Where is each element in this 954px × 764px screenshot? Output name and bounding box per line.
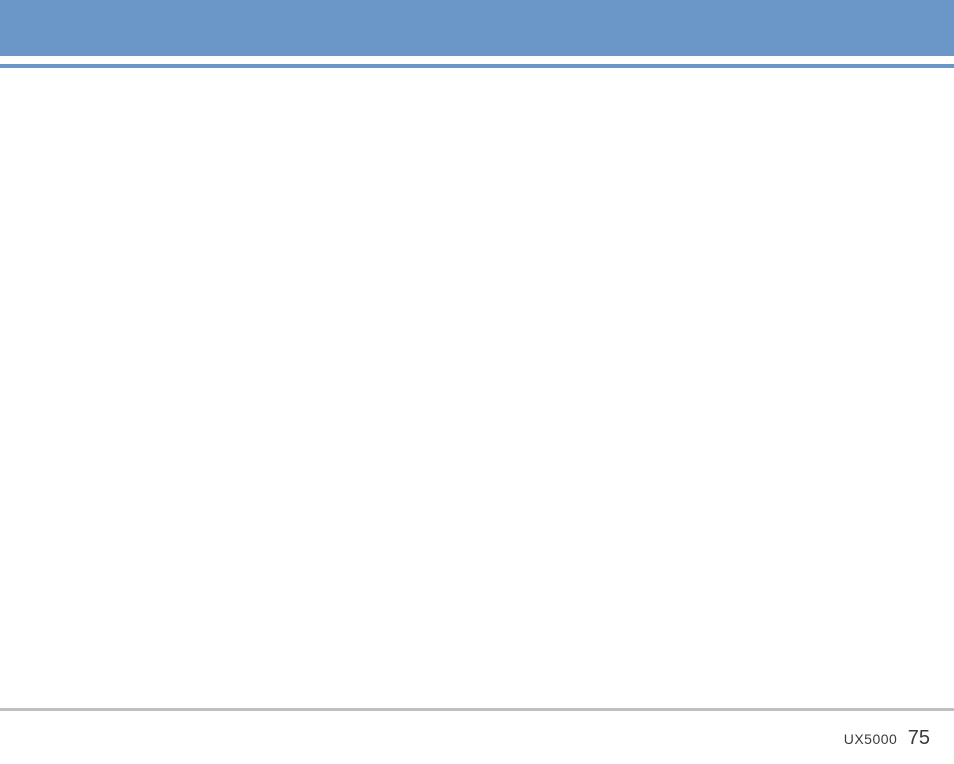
page-footer: UX5000 75 [844, 727, 930, 750]
footer-label: UX5000 [844, 731, 898, 747]
header-bar [0, 0, 954, 56]
header-gap [0, 56, 954, 64]
footer-page-number: 75 [908, 727, 930, 749]
page-content [0, 68, 954, 708]
footer-divider [0, 708, 954, 711]
